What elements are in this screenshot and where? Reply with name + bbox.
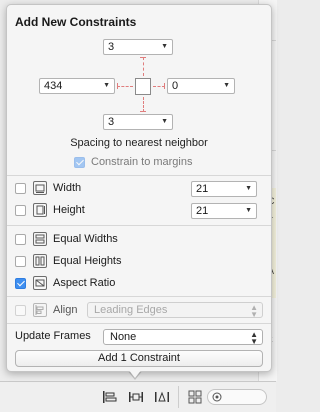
top-spacing-field[interactable]: 3 ▼ [103, 39, 173, 55]
align-label: Align [53, 304, 78, 316]
equal-widths-label: Equal Widths [53, 233, 118, 245]
target-icon [212, 392, 222, 402]
view-placeholder-box [135, 78, 151, 95]
align-checkbox[interactable] [15, 305, 26, 316]
chevron-down-icon[interactable]: ▼ [161, 43, 168, 50]
aspect-ratio-icon [33, 276, 47, 290]
spacing-label: Spacing to nearest neighbor [70, 137, 208, 149]
bottom-strut[interactable] [143, 97, 144, 112]
filter-field[interactable] [207, 389, 267, 405]
height-constraint-icon [33, 203, 47, 217]
chevron-down-icon[interactable]: ▼ [223, 82, 230, 89]
chevron-updown-icon[interactable]: ▲ ▼ [250, 331, 258, 346]
popover-arrow-fill [128, 369, 142, 378]
leading-strut[interactable] [117, 86, 133, 87]
top-spacing-value: 3 [108, 41, 115, 53]
pin-icon[interactable] [126, 389, 146, 405]
trailing-strut-cap [164, 83, 165, 89]
section-divider [7, 323, 271, 324]
update-frames-value: None [110, 331, 137, 343]
aspect-ratio-checkbox[interactable] [15, 278, 26, 289]
section-divider [7, 225, 271, 226]
add-constraints-popover: Add New Constraints 3 ▼ 434 ▼ 0 ▼ 3 ▼ Sp… [6, 4, 272, 372]
align-edges-select[interactable]: Leading Edges ▲ ▼ [87, 302, 263, 319]
add-constraints-button[interactable]: Add 1 Constraint [15, 350, 263, 367]
grid-icon[interactable] [185, 389, 205, 405]
bottom-spacing-field[interactable]: 3 ▼ [103, 114, 173, 130]
width-value: 21 [196, 183, 209, 195]
chevron-updown-icon[interactable]: ▲ ▼ [250, 304, 258, 319]
height-label: Height [53, 204, 85, 216]
chevron-down-icon[interactable]: ▼ [161, 118, 168, 125]
chevron-down-icon[interactable]: ▼ [103, 82, 110, 89]
bottom-spacing-value: 3 [108, 116, 115, 128]
equal-heights-checkbox[interactable] [15, 256, 26, 267]
width-label: Width [53, 182, 82, 194]
trailing-spacing-field[interactable]: 0 ▼ [167, 78, 235, 94]
align-edges-icon [33, 303, 47, 317]
constrain-to-margins-checkbox[interactable] [74, 157, 85, 168]
section-divider [7, 296, 271, 297]
bottom-strut-cap [140, 111, 146, 112]
leading-spacing-value: 434 [44, 80, 63, 92]
leading-strut-cap [117, 83, 118, 89]
align-edges-value: Leading Edges [94, 304, 168, 316]
width-constraint-icon [33, 181, 47, 195]
align-icon[interactable] [100, 389, 120, 405]
toolbar-divider [178, 386, 179, 408]
height-checkbox[interactable] [15, 205, 26, 216]
chevron-down-icon[interactable]: ▼ [245, 185, 252, 192]
section-divider [7, 175, 271, 176]
top-strut-cap [140, 57, 146, 58]
chevron-down-icon[interactable]: ▼ [245, 207, 252, 214]
trailing-spacing-value: 0 [172, 80, 179, 92]
leading-spacing-field[interactable]: 434 ▼ [39, 78, 115, 94]
update-frames-select[interactable]: None ▲ ▼ [103, 329, 263, 346]
equal-heights-label: Equal Heights [53, 255, 122, 267]
width-checkbox[interactable] [15, 183, 26, 194]
aspect-ratio-label: Aspect Ratio [53, 277, 116, 289]
constrain-to-margins-label: Constrain to margins [91, 156, 193, 168]
top-strut[interactable] [143, 57, 144, 76]
equal-heights-icon [33, 254, 47, 268]
popover-title: Add New Constraints [15, 15, 137, 29]
equal-widths-checkbox[interactable] [15, 234, 26, 245]
equal-widths-icon [33, 232, 47, 246]
width-value-field[interactable]: 21 ▼ [191, 181, 257, 197]
update-frames-label: Update Frames [15, 330, 91, 342]
resolve-icon[interactable] [152, 389, 172, 405]
height-value-field[interactable]: 21 ▼ [191, 203, 257, 219]
height-value: 21 [196, 205, 209, 217]
